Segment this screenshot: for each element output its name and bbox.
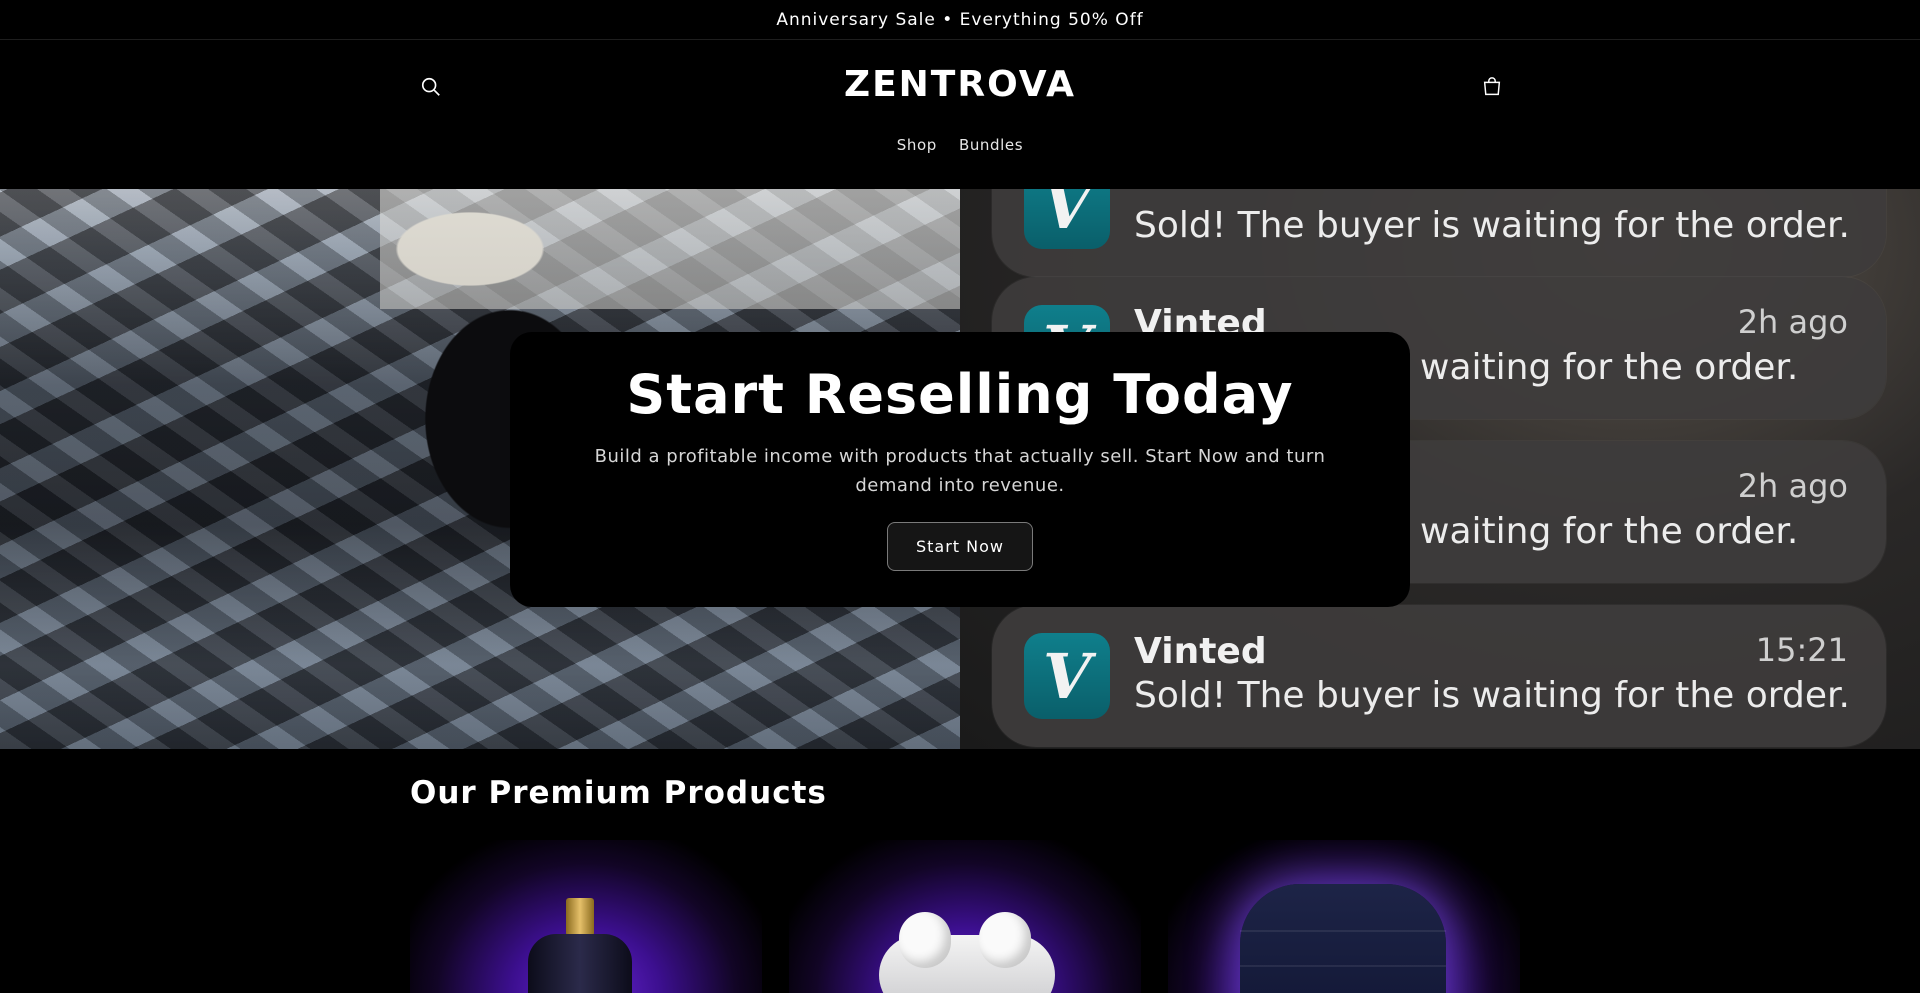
- hero-image-wall: [380, 189, 960, 309]
- notification-message: waiting for the order.: [1420, 511, 1799, 552]
- product-card-earbuds[interactable]: [789, 840, 1141, 993]
- notification-time: 2h ago: [1737, 303, 1848, 341]
- vinted-app-icon: V: [1024, 189, 1110, 249]
- nav-item-shop[interactable]: Shop: [897, 136, 937, 154]
- hero-banner: V Sold! The buyer is waiting for the ord…: [0, 189, 1920, 749]
- main-nav: Shop Bundles: [0, 136, 1920, 154]
- hero-subtitle: Build a profitable income with products …: [594, 446, 1326, 496]
- notification-time: 2h ago: [1737, 467, 1848, 505]
- cart-button[interactable]: [1472, 67, 1512, 107]
- product-card-perfume[interactable]: [410, 840, 762, 993]
- site-logo[interactable]: ZENTROVA: [0, 64, 1920, 105]
- site-header: ZENTROVA Shop Bundles: [0, 40, 1920, 188]
- jacket-quilt-line: [1240, 965, 1446, 967]
- announcement-text: Anniversary Sale • Everything 50% Off: [776, 9, 1144, 30]
- nav-item-bundles[interactable]: Bundles: [959, 136, 1023, 154]
- notification-card: V Sold! The buyer is waiting for the ord…: [992, 189, 1886, 277]
- notification-card: V Vinted Sold! The buyer is waiting for …: [992, 605, 1886, 747]
- notification-message: Sold! The buyer is waiting for the order…: [1134, 675, 1850, 716]
- notification-message: Sold! The buyer is waiting for the order…: [1134, 205, 1850, 246]
- announcement-bar: Anniversary Sale • Everything 50% Off: [0, 0, 1920, 40]
- cart-icon: [1483, 77, 1501, 96]
- puffer-jacket: [1240, 884, 1446, 993]
- perfume-cap: [566, 898, 594, 936]
- perfume-bottle: [528, 934, 632, 993]
- jacket-quilt-line: [1240, 930, 1446, 932]
- product-card-jacket[interactable]: [1168, 840, 1520, 993]
- section-title: Our Premium Products: [410, 775, 827, 811]
- start-now-button[interactable]: Start Now: [886, 522, 1033, 571]
- hero-text-card: Start Reselling Today Build a profitable…: [510, 332, 1410, 607]
- hero-title: Start Reselling Today: [626, 363, 1294, 426]
- vinted-app-icon: V: [1024, 633, 1110, 719]
- notification-time: 15:21: [1755, 631, 1848, 669]
- earbud: [979, 912, 1031, 968]
- notification-app: Vinted: [1134, 631, 1267, 672]
- notification-message: waiting for the order.: [1420, 347, 1799, 388]
- product-grid: [410, 840, 1520, 993]
- earbud: [899, 912, 951, 968]
